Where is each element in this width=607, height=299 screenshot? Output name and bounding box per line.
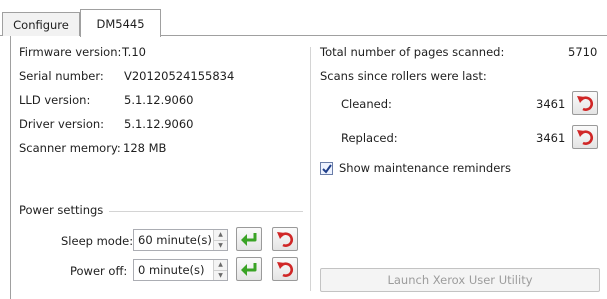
- sleep-mode-label: Sleep mode:: [61, 234, 134, 248]
- tab-dm5445[interactable]: DM5445: [80, 9, 161, 37]
- power-off-stepper[interactable]: 0 minute(s) ▲ ▼: [133, 259, 228, 281]
- reset-arrow-icon: [577, 130, 594, 145]
- sleep-apply-button[interactable]: [236, 227, 262, 251]
- launch-utility-button[interactable]: Launch Xerox User Utility: [320, 268, 600, 292]
- checkmark-icon: [321, 163, 332, 174]
- sleep-reset-button[interactable]: [272, 227, 298, 251]
- serial-value: V20120524155834: [124, 69, 235, 83]
- firmware-value: T.10: [122, 45, 146, 59]
- lld-value: 5.1.12.9060: [124, 93, 194, 107]
- power-off-apply-button[interactable]: [236, 257, 262, 281]
- replaced-label: Replaced:: [341, 131, 398, 145]
- spin-up-icon[interactable]: ▲: [214, 230, 227, 241]
- replaced-reset-button[interactable]: [572, 125, 598, 149]
- power-off-spin-buttons: ▲ ▼: [213, 260, 227, 280]
- maintenance-reminders-label[interactable]: Show maintenance reminders: [339, 161, 511, 175]
- apply-arrow-icon: [241, 233, 257, 246]
- cleaned-value: 3461: [536, 97, 566, 111]
- tab-dm5445-label: DM5445: [96, 16, 145, 31]
- power-off-reset-button[interactable]: [272, 257, 298, 281]
- reset-arrow-icon: [277, 232, 294, 247]
- tab-strip: Configure DM5445: [0, 0, 607, 37]
- cleaned-reset-button[interactable]: [572, 91, 598, 115]
- reset-arrow-icon: [577, 96, 594, 111]
- maintenance-reminders-checkbox[interactable]: [320, 162, 333, 175]
- firmware-label: Firmware version:: [19, 45, 122, 59]
- replaced-value: 3461: [536, 131, 566, 145]
- power-settings-title: Power settings: [19, 203, 104, 217]
- total-pages-value: 5710: [568, 45, 598, 59]
- memory-label: Scanner memory:: [19, 141, 121, 155]
- rollers-since-label: Scans since rollers were last:: [320, 69, 487, 83]
- apply-arrow-icon: [241, 263, 257, 276]
- sleep-mode-spin-buttons: ▲ ▼: [213, 230, 227, 250]
- reset-arrow-icon: [277, 262, 294, 277]
- tab-configure-label: Configure: [13, 17, 69, 32]
- driver-value: 5.1.12.9060: [124, 117, 194, 131]
- lld-label: LLD version:: [19, 93, 91, 107]
- spin-down-icon[interactable]: ▼: [214, 240, 227, 250]
- tab-configure[interactable]: Configure: [2, 12, 80, 36]
- column-divider: [310, 47, 311, 291]
- spin-up-icon[interactable]: ▲: [214, 260, 227, 271]
- power-off-label: Power off:: [70, 264, 128, 278]
- serial-label: Serial number:: [19, 69, 104, 83]
- driver-label: Driver version:: [19, 117, 105, 131]
- launch-utility-label: Launch Xerox User Utility: [387, 273, 533, 287]
- power-settings-divider: [109, 211, 303, 212]
- sleep-mode-stepper[interactable]: 60 minute(s) ▲ ▼: [133, 229, 228, 251]
- spin-down-icon[interactable]: ▼: [214, 270, 227, 280]
- total-pages-label: Total number of pages scanned:: [320, 45, 505, 59]
- memory-value: 128 MB: [123, 141, 167, 155]
- sleep-mode-value: 60 minute(s): [138, 233, 212, 247]
- cleaned-label: Cleaned:: [341, 97, 392, 111]
- power-off-value: 0 minute(s): [138, 263, 205, 277]
